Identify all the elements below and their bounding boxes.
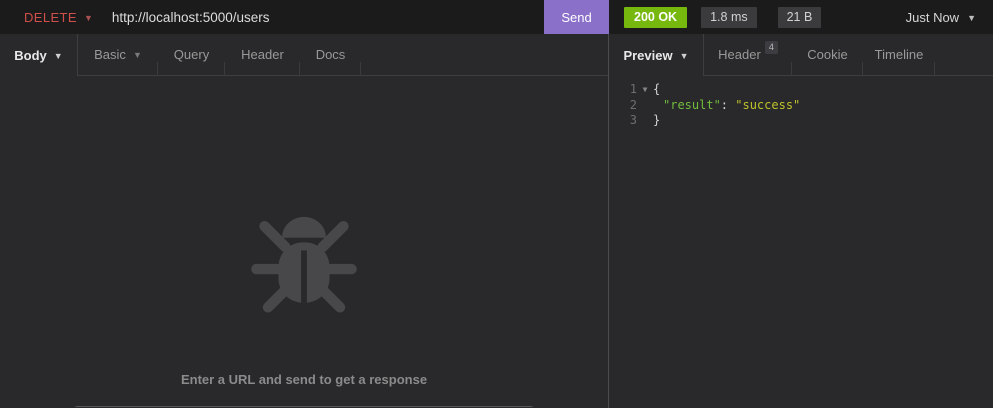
tab-header[interactable]: Header — [225, 34, 300, 76]
code-text: { — [653, 82, 660, 98]
tabbar-filler — [361, 34, 608, 76]
tab-body[interactable]: Body ▼ — [0, 34, 78, 76]
json-key: "result" — [663, 98, 721, 112]
code-text: } — [653, 113, 660, 129]
response-tabbar: Preview ▼ Header 4 Cookie Timeline — [609, 34, 993, 76]
tab-query-label: Query — [174, 47, 209, 62]
line-number: 1 — [609, 82, 637, 98]
tab-timeline-label: Timeline — [875, 47, 924, 62]
tab-cookie[interactable]: Cookie — [792, 34, 863, 76]
empty-state-message: Enter a URL and send to get a response — [0, 372, 608, 387]
tab-response-header[interactable]: Header 4 — [704, 34, 792, 76]
bug-icon — [246, 195, 362, 318]
main-split: Body ▼ Basic ▼ Query Header Docs — [0, 34, 993, 408]
tab-header-label: Header — [241, 47, 284, 62]
code-line: 1 ▼ { — [609, 82, 993, 98]
response-size-badge: 21 B — [778, 7, 822, 28]
tab-basic[interactable]: Basic ▼ — [78, 34, 158, 76]
tab-query[interactable]: Query — [158, 34, 225, 76]
rest-client-app: DELETE ▼ http://localhost:5000/users Sen… — [0, 0, 993, 408]
code-line: 3 } — [609, 113, 993, 129]
response-body-viewer[interactable]: 1 ▼ { 2 "result": "success" 3 } — [609, 76, 993, 129]
line-number: 3 — [609, 113, 637, 129]
json-colon: : — [721, 98, 735, 112]
json-value: "success" — [735, 98, 800, 112]
fold-caret-icon[interactable]: ▼ — [637, 82, 653, 98]
method-selector[interactable]: DELETE ▼ — [24, 10, 93, 25]
method-label: DELETE — [24, 10, 77, 25]
code-text: "result": "success" — [653, 98, 800, 114]
empty-state-divider — [76, 406, 533, 407]
fold-gutter — [637, 113, 653, 129]
request-empty-state: Enter a URL and send to get a response — [0, 76, 608, 408]
url-input[interactable]: http://localhost:5000/users — [112, 10, 270, 25]
tab-cookie-label: Cookie — [807, 47, 847, 62]
tabbar-filler — [935, 34, 993, 76]
response-time-badge: 1.8 ms — [701, 7, 757, 28]
chevron-down-icon: ▼ — [967, 12, 976, 23]
chevron-down-icon: ▼ — [54, 50, 63, 61]
chevron-down-icon: ▼ — [84, 12, 93, 23]
line-number: 2 — [609, 98, 637, 114]
send-button[interactable]: Send — [544, 0, 609, 34]
history-label: Just Now — [906, 10, 959, 25]
history-dropdown[interactable]: Just Now ▼ — [906, 10, 976, 25]
response-panel: Preview ▼ Header 4 Cookie Timeline 1 — [609, 34, 993, 408]
request-panel: Body ▼ Basic ▼ Query Header Docs — [0, 34, 608, 408]
request-bar-left: DELETE ▼ http://localhost:5000/users Sen… — [0, 0, 609, 34]
code-line: 2 "result": "success" — [609, 98, 993, 114]
request-bar: DELETE ▼ http://localhost:5000/users Sen… — [0, 0, 993, 34]
tab-docs[interactable]: Docs — [300, 34, 361, 76]
request-tabbar: Body ▼ Basic ▼ Query Header Docs — [0, 34, 608, 76]
chevron-down-icon: ▼ — [133, 49, 142, 60]
chevron-down-icon: ▼ — [680, 50, 689, 61]
request-bar-right: 200 OK 1.8 ms 21 B Just Now ▼ — [609, 0, 993, 34]
tab-response-header-label: Header — [718, 47, 761, 62]
tab-timeline[interactable]: Timeline — [863, 34, 935, 76]
fold-gutter — [637, 98, 653, 114]
header-count-badge: 4 — [765, 41, 778, 54]
tab-preview-label: Preview — [623, 48, 672, 63]
tab-docs-label: Docs — [316, 47, 346, 62]
tab-basic-label: Basic — [94, 47, 126, 62]
status-badge: 200 OK — [624, 7, 687, 28]
tab-preview[interactable]: Preview ▼ — [609, 34, 704, 76]
tab-body-label: Body — [14, 48, 47, 63]
